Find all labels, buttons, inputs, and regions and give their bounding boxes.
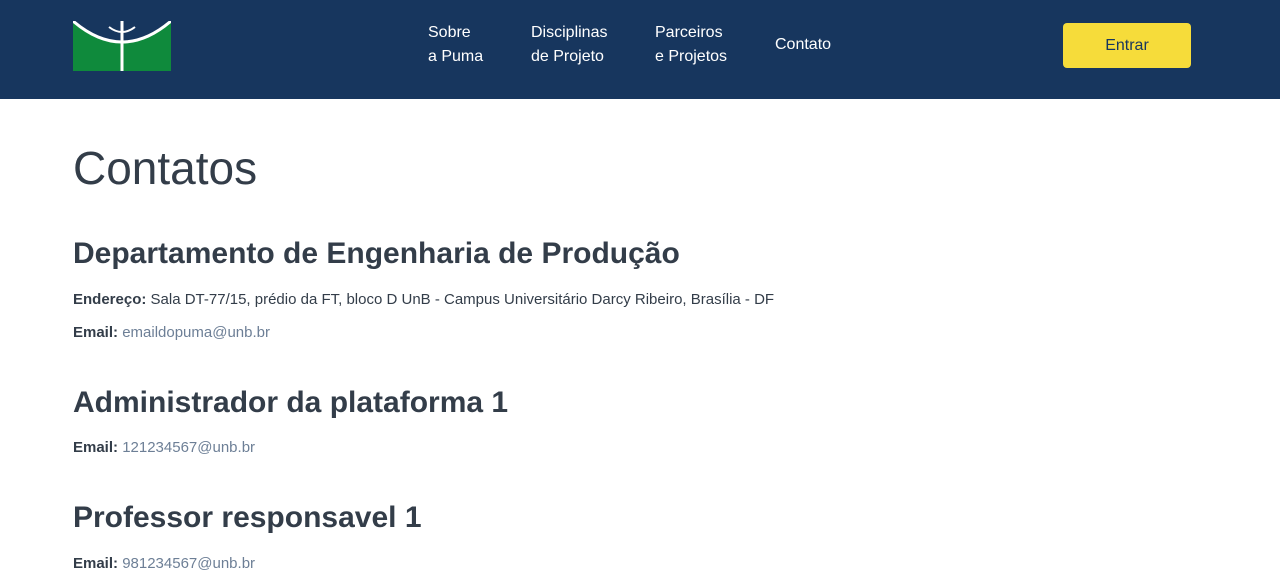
email-line-administrador: Email: 121234567@unb.br [73, 438, 255, 458]
section-title-departamento: Departamento de Engenharia de Produção [73, 237, 680, 270]
address-label: Endereço: [73, 291, 147, 308]
top-navbar: Sobre a Puma Disciplinas de Projeto Parc… [0, 0, 1280, 99]
email-label: Email: [73, 324, 119, 341]
page-title: Contatos [73, 142, 258, 194]
email-link-departamento[interactable]: emaildopuma@unb.br [122, 324, 270, 341]
email-link-administrador[interactable]: 121234567@unb.br [122, 439, 255, 456]
email-link-professor[interactable]: 981234567@unb.br [122, 555, 255, 572]
section-title-professor: Professor responsavel 1 [73, 501, 422, 534]
entrar-button[interactable]: Entrar [1063, 23, 1191, 68]
nav-parceiros-e-projetos[interactable]: Parceiros e Projetos [655, 21, 727, 69]
section-title-administrador: Administrador da plataforma 1 [73, 386, 509, 419]
unb-logo[interactable] [73, 21, 171, 71]
address-line: Endereço: Sala DT-77/15, prédio da FT, b… [73, 290, 774, 310]
nav-contato[interactable]: Contato [775, 33, 831, 57]
email-label: Email: [73, 555, 119, 572]
email-line-professor: Email: 981234567@unb.br [73, 554, 255, 574]
email-label: Email: [73, 439, 119, 456]
address-value: Sala DT-77/15, prédio da FT, bloco D UnB… [150, 291, 775, 308]
nav-sobre-a-puma[interactable]: Sobre a Puma [428, 21, 483, 69]
nav-disciplinas-de-projeto[interactable]: Disciplinas de Projeto [531, 21, 607, 69]
email-line-departamento: Email: emaildopuma@unb.br [73, 323, 270, 343]
